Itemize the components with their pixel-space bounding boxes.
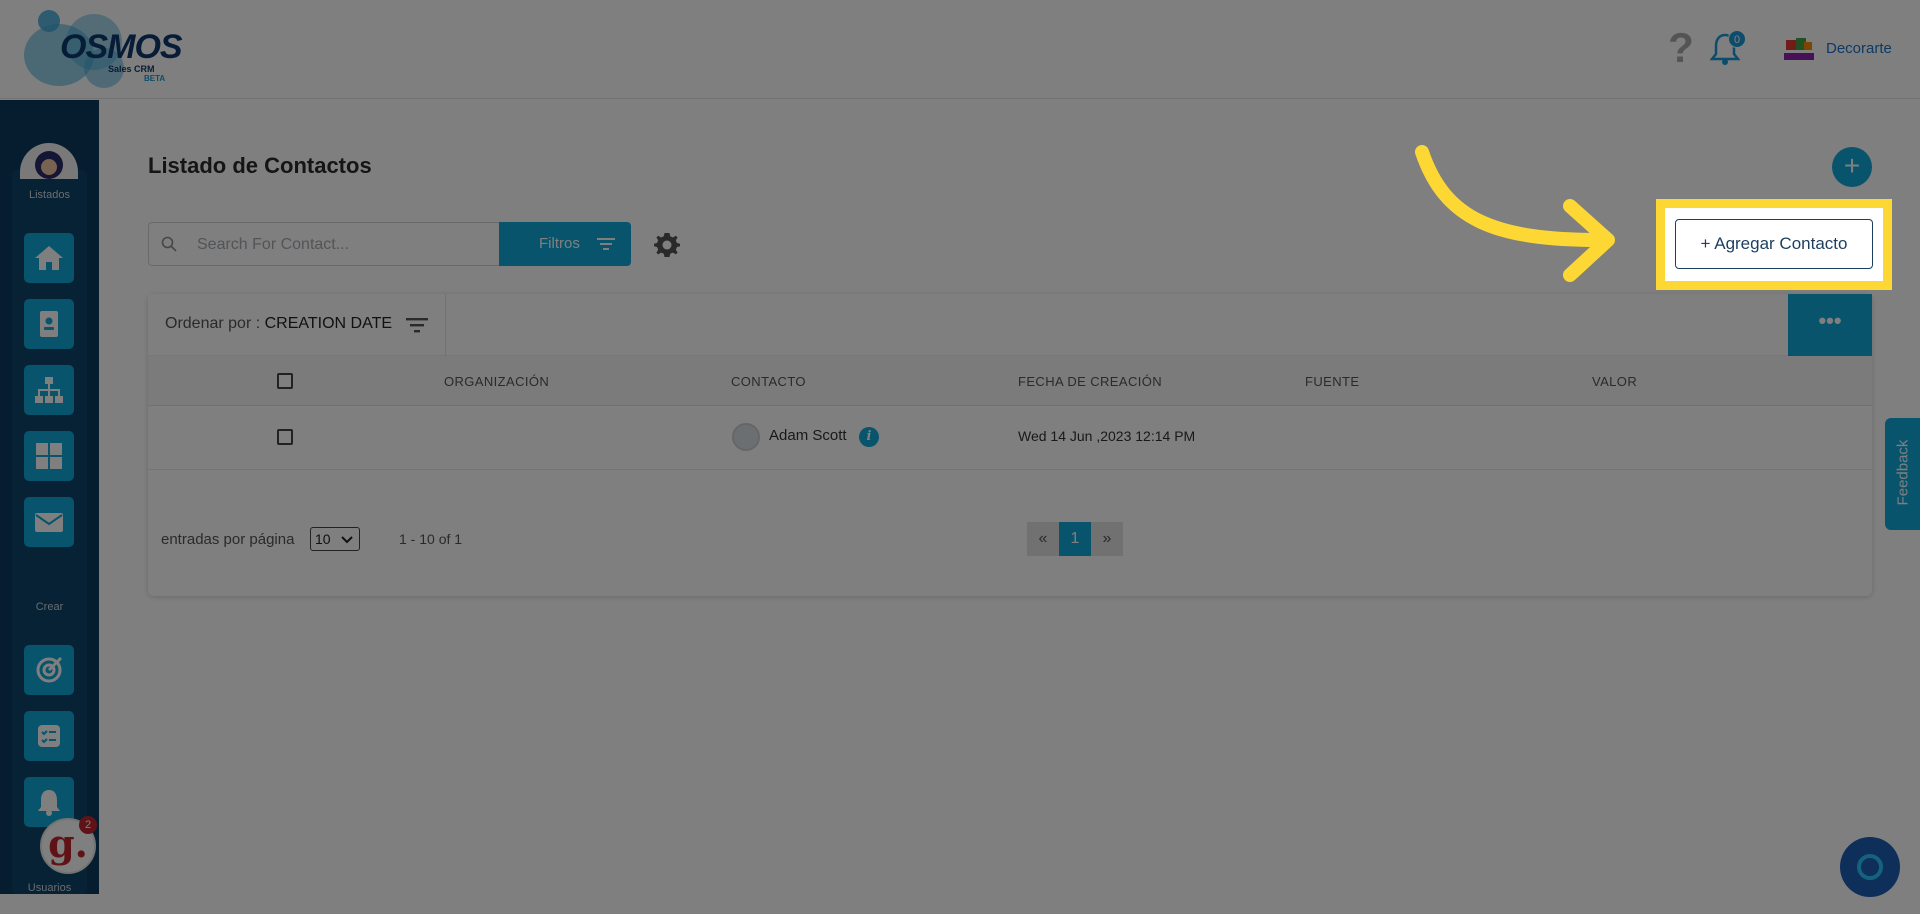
search-input[interactable] xyxy=(197,233,487,257)
question-mark-icon[interactable]: ? xyxy=(1666,27,1696,69)
sidebar-section-listados: Listados xyxy=(29,189,70,201)
gear-icon[interactable] xyxy=(653,231,681,259)
filters-label: Filtros xyxy=(539,235,580,252)
sort-value: CREATION DATE xyxy=(264,315,393,332)
creation-date-cell: Wed 14 Jun ,2023 12:14 PM xyxy=(1018,428,1196,444)
pagination-range: 1 - 10 of 1 xyxy=(399,531,463,547)
logo-subtitle: Sales CRM xyxy=(108,64,155,74)
column-header-contacto[interactable]: CONTACTO xyxy=(731,374,806,389)
filters-button[interactable]: Filtros xyxy=(499,222,631,266)
org-chart-icon xyxy=(35,377,63,403)
more-options-button[interactable]: ••• xyxy=(1788,294,1872,356)
company-logo-icon xyxy=(1782,36,1816,64)
g-widget-count-badge: 2 xyxy=(79,816,97,834)
info-icon[interactable]: i xyxy=(859,427,879,447)
logo-wordmark: OSMOS xyxy=(60,28,183,66)
home-icon xyxy=(35,246,63,270)
sidebar-item-target[interactable] xyxy=(24,645,74,695)
sidebar-item-contacts[interactable] xyxy=(24,299,74,349)
company-name-link[interactable]: Decorarte xyxy=(1826,40,1892,57)
sidebar-section-crear: Crear xyxy=(35,601,64,613)
sidebar-item-home[interactable] xyxy=(24,233,74,283)
sort-prefix: Ordenar por : xyxy=(165,315,265,332)
select-all-checkbox[interactable] xyxy=(277,373,293,389)
sort-icon[interactable] xyxy=(406,316,428,334)
pager-prev-button[interactable]: « xyxy=(1027,522,1059,556)
divider xyxy=(445,294,446,356)
table-row[interactable] xyxy=(148,406,1872,470)
sidebar-item-tasks[interactable] xyxy=(24,711,74,761)
feedback-tab[interactable]: Feedback xyxy=(1885,418,1920,530)
search-icon xyxy=(161,236,177,252)
top-header: OSMOS Sales CRM BETA ? 0 Decorarte xyxy=(0,0,1920,99)
contact-card-icon xyxy=(40,311,58,337)
feedback-label: Feedback xyxy=(1894,439,1912,506)
osmos-logo[interactable]: OSMOS Sales CRM BETA xyxy=(24,8,183,90)
logo-beta: BETA xyxy=(144,74,166,83)
sidebar-item-organizations[interactable] xyxy=(24,365,74,415)
sort-control[interactable]: Ordenar por : CREATION DATE xyxy=(165,315,392,333)
tutorial-arrow-icon xyxy=(1415,145,1615,282)
page-title: Listado de Contactos xyxy=(148,153,372,178)
pager-page-button[interactable]: 1 xyxy=(1059,522,1091,556)
per-page-value: 10 xyxy=(315,531,331,547)
checklist-icon xyxy=(38,725,60,747)
grid-icon xyxy=(36,443,62,469)
sidebar-item-dashboard[interactable] xyxy=(24,431,74,481)
column-header-valor[interactable]: VALOR xyxy=(1592,374,1637,389)
per-page-select[interactable]: 10 xyxy=(310,527,360,551)
pagination: « 1 » xyxy=(1027,522,1123,556)
column-header-fuente[interactable]: FUENTE xyxy=(1305,374,1359,389)
sidebar-item-mail[interactable] xyxy=(24,497,74,547)
per-page-label: entradas por página xyxy=(161,531,295,548)
add-contact-button[interactable]: + Agregar Contacto xyxy=(1675,219,1873,269)
target-icon xyxy=(36,656,63,683)
contact-name-link[interactable]: Adam Scott xyxy=(769,427,847,444)
chat-widget-button[interactable] xyxy=(1840,837,1900,897)
chevron-down-icon xyxy=(341,536,353,544)
filter-icon xyxy=(597,238,615,250)
bell-icon xyxy=(38,790,60,816)
add-circle-button[interactable]: + xyxy=(1832,147,1872,187)
mail-icon xyxy=(35,513,63,532)
search-box xyxy=(148,222,500,266)
chat-icon xyxy=(1857,854,1883,880)
notification-count-badge: 0 xyxy=(1728,30,1746,48)
sidebar-section-usuarios: Usuarios xyxy=(27,882,72,894)
row-checkbox[interactable] xyxy=(277,429,293,445)
column-header-fecha[interactable]: FECHA DE CREACIÓN xyxy=(1018,374,1162,389)
sort-bar xyxy=(148,294,1788,356)
contact-avatar xyxy=(732,423,760,451)
column-header-organizacion[interactable]: ORGANIZACIÓN xyxy=(444,374,549,389)
pager-next-button[interactable]: » xyxy=(1091,522,1123,556)
